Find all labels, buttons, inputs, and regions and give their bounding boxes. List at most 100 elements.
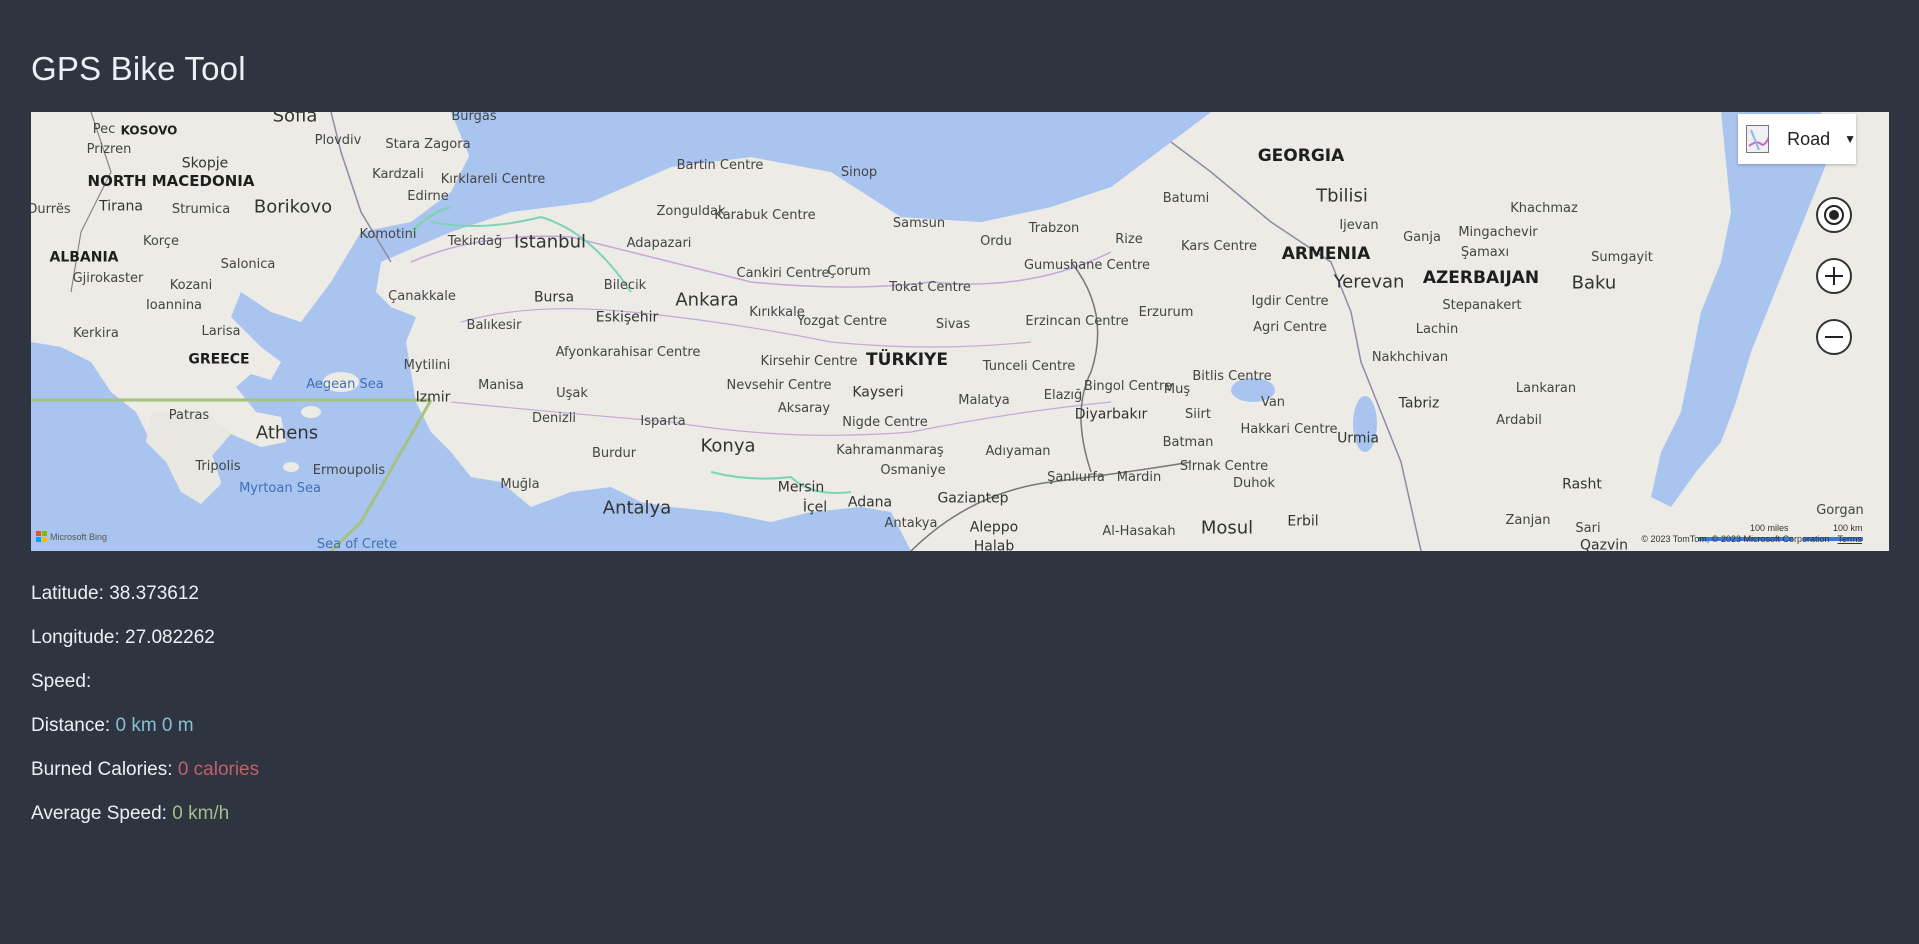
map-label-city: Ankara xyxy=(675,289,739,311)
map-label-city: Aksaray xyxy=(777,401,831,417)
terms-link[interactable]: Terms xyxy=(1838,534,1863,544)
map-label-azerbaijan: AZERBAIJAN xyxy=(1422,268,1540,289)
map-label-city: Rasht xyxy=(1562,476,1602,493)
map-label-city: Eskişehir xyxy=(595,309,659,326)
plus-icon xyxy=(1825,267,1843,285)
target-icon xyxy=(1824,205,1844,225)
map-label-city: Çanakkale xyxy=(388,289,456,305)
latitude-label: Latitude: xyxy=(31,583,104,604)
map-label-city: Athens xyxy=(255,422,319,444)
map-label-city: Kahramanmaraş xyxy=(836,443,944,459)
map-label-city: Stara Zagora xyxy=(385,137,471,153)
map-label-city: Aleppo xyxy=(969,519,1019,536)
map-copyright: © 2023 TomTom, © 2023 Microsoft Corporat… xyxy=(1641,534,1862,544)
map-label-city: Nigde Centre xyxy=(842,415,928,431)
zoom-out-button[interactable] xyxy=(1816,319,1852,355)
map-label-city: Nakhchivan xyxy=(1371,350,1449,366)
map-label-city: Sofia xyxy=(272,112,318,127)
map-label-armenia: ARMENIA xyxy=(1281,244,1371,265)
average-speed-row: Average Speed: 0 km/h xyxy=(31,792,259,836)
map-label-city: Tripolis xyxy=(195,459,241,475)
map-label-city: Khachmaz xyxy=(1510,201,1578,217)
map-label-city: Tabriz xyxy=(1398,395,1440,412)
locate-me-button[interactable] xyxy=(1816,197,1852,233)
map-label-city: Van xyxy=(1260,395,1286,411)
map-label-city: Mersin xyxy=(777,479,825,496)
map-label-georgia: GEORGIA xyxy=(1257,146,1345,167)
map-label-water: Myrtoan Sea xyxy=(239,481,321,497)
map-label-city: Elazığ xyxy=(1043,388,1083,404)
map-label-city: Burgas xyxy=(451,112,497,125)
map-label-city: Nevsehir Centre xyxy=(726,378,832,394)
map-label-city: Karabuk Centre xyxy=(714,208,816,224)
latitude-value: 38.373612 xyxy=(109,583,200,604)
map-label-city: Erbil xyxy=(1287,513,1319,530)
map-label-city: Şanlıurfa xyxy=(1047,470,1105,486)
map-label-city: Sivas xyxy=(935,317,971,333)
map-label-city: Cankiri Centre xyxy=(736,266,830,282)
map-label-city: Şamaxı xyxy=(1460,245,1510,261)
map-label-city: İçel xyxy=(802,499,828,516)
map-label-city: Siirt xyxy=(1185,407,1211,423)
map-label-city: Osmaniye xyxy=(880,463,946,479)
map-label-city: Komotini xyxy=(359,227,417,243)
map-label-city: Ordu xyxy=(980,234,1012,250)
bing-logo[interactable]: Microsoft Bing xyxy=(36,531,107,542)
map-label-turkiye: TÜRKIYE xyxy=(866,350,948,371)
chevron-down-icon: ▼ xyxy=(1844,132,1856,146)
map-label-city: Istanbul xyxy=(513,231,587,253)
map-view[interactable]: KOSOVO NORTH MACEDONIA ALBANIA GREECE TÜ… xyxy=(31,112,1889,551)
map-label-greece: GREECE xyxy=(188,351,250,368)
map-label-city: Erzurum xyxy=(1138,305,1194,321)
map-label-city: Durrës xyxy=(31,202,71,218)
map-label-city: Bartin Centre xyxy=(676,158,764,174)
map-label-kosovo: KOSOVO xyxy=(120,123,178,138)
scale-miles: 100 miles xyxy=(1750,523,1789,533)
map-label-city: Patras xyxy=(168,408,210,424)
map-label-city: Bitlis Centre xyxy=(1192,369,1272,385)
map-label-city: Mingachevir xyxy=(1458,225,1538,241)
map-label-city: Bilecik xyxy=(603,278,647,294)
map-style-dropdown[interactable]: Road ▼ xyxy=(1738,114,1856,164)
bing-attribution: Microsoft Bing xyxy=(50,531,108,542)
map-label-city: Prizren xyxy=(86,142,132,158)
distance-value: 0 km 0 m xyxy=(115,715,194,736)
map-label-city: Igdir Centre xyxy=(1251,294,1329,310)
map-label-city: Balıkesir xyxy=(466,318,522,334)
map-label-city: Edirne xyxy=(407,189,449,205)
calories-value: 0 calories xyxy=(177,759,260,780)
map-label-city: Isparta xyxy=(640,414,686,430)
longitude-value: 27.082262 xyxy=(125,627,215,648)
map-label-water: Aegean Sea xyxy=(306,377,384,393)
map-label-water: Sea of Crete xyxy=(316,537,398,551)
microsoft-logo-icon xyxy=(36,531,47,542)
map-label-city: Plovdiv xyxy=(314,133,362,149)
map-label-city: Skopje xyxy=(181,155,229,172)
map-label-city: Yerevan xyxy=(1333,271,1405,293)
map-label-north-macedonia: NORTH MACEDONIA xyxy=(87,172,255,191)
map-label-city: Al-Hasakah xyxy=(1102,524,1176,540)
road-style-icon xyxy=(1746,125,1770,153)
map-label-city: Adana xyxy=(847,494,893,511)
page-title: GPS Bike Tool xyxy=(31,50,246,87)
map-label-city: Tbilisi xyxy=(1316,185,1368,207)
zoom-in-button[interactable] xyxy=(1816,258,1852,294)
map-label-city: Batman xyxy=(1162,435,1214,451)
map-label-city: Strumica xyxy=(171,202,231,218)
map-label-city: Kırklareli Centre xyxy=(440,172,546,188)
map-label-city: Ardabil xyxy=(1496,413,1542,429)
map-label-city: Kardzali xyxy=(372,167,424,183)
map-label-city: Borikovo xyxy=(253,196,333,218)
map-label-city: Agri Centre xyxy=(1253,320,1327,336)
map-label-city: Kirsehir Centre xyxy=(760,354,858,370)
map-label-city: Adapazari xyxy=(626,236,692,252)
map-label-city: Afyonkarahisar Centre xyxy=(555,345,701,361)
speed-label: Speed: xyxy=(31,671,92,692)
map-label-city: Trabzon xyxy=(1028,221,1080,237)
map-label-city: Sari xyxy=(1575,521,1601,537)
map-label-city: Mosul xyxy=(1200,517,1254,539)
map-label-city: Lachin xyxy=(1415,322,1459,338)
copyright-text: © 2023 TomTom, © 2023 Microsoft Corporat… xyxy=(1641,534,1830,544)
map-label-city: Stepanakert xyxy=(1442,298,1522,314)
map-label-city: Rize xyxy=(1115,232,1143,248)
